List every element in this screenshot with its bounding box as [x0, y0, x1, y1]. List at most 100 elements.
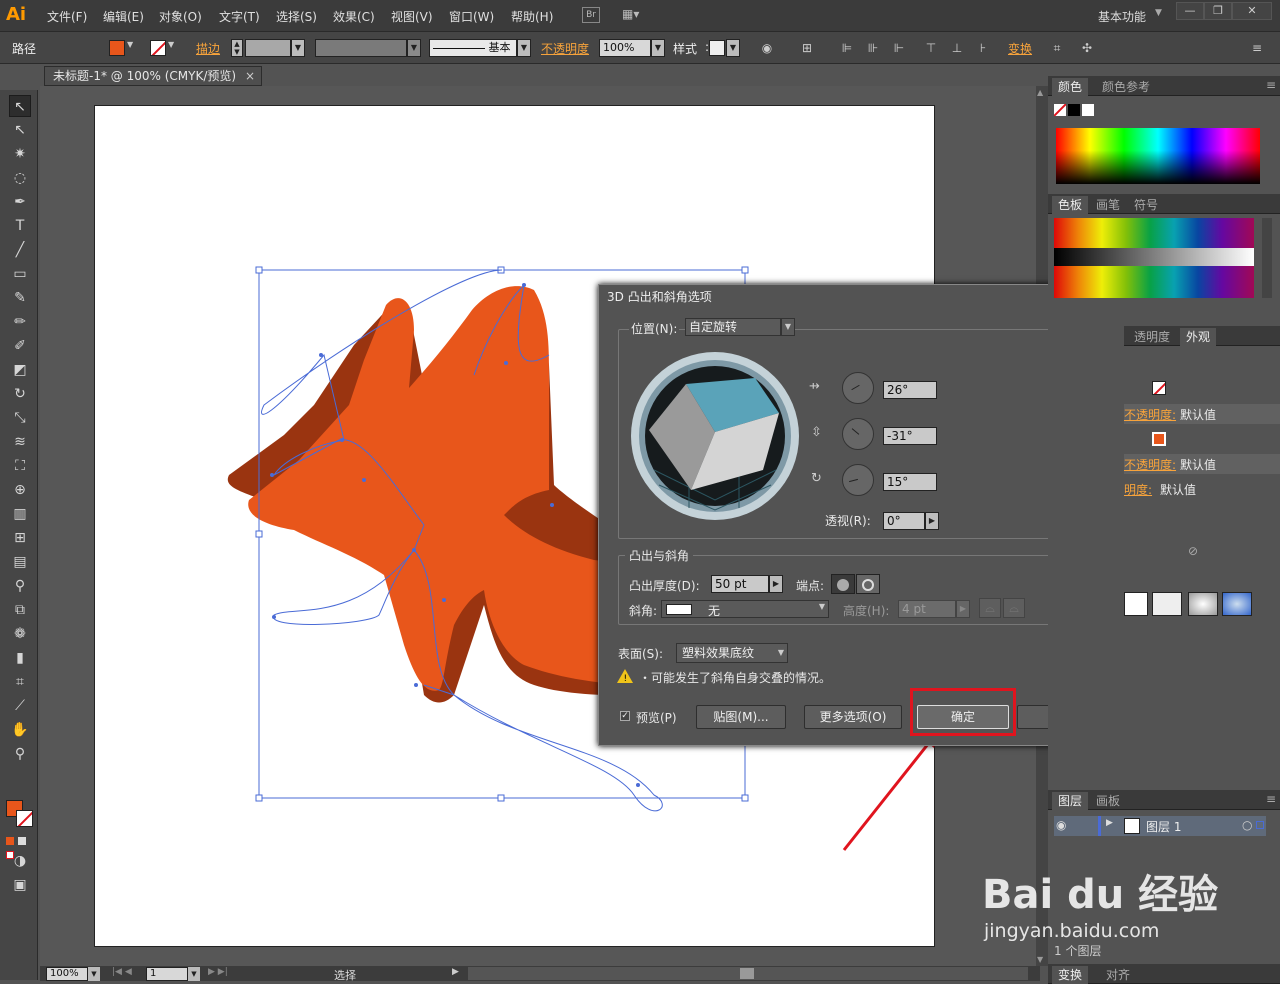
tab-swatches[interactable]: 色板: [1052, 196, 1089, 214]
menu-help[interactable]: 帮助(H): [511, 8, 553, 25]
opacity-link[interactable]: 不透明度:: [1124, 456, 1176, 473]
graphic-style-swatch[interactable]: [709, 40, 725, 56]
lasso-tool-icon[interactable]: ◌: [9, 167, 31, 189]
tab-transparency[interactable]: 透明度: [1128, 328, 1176, 346]
graphic-style-default[interactable]: [1124, 592, 1148, 616]
eye-icon[interactable]: ◉: [1056, 818, 1066, 832]
blob-brush-tool-icon[interactable]: ✐: [9, 335, 31, 357]
variable-width-dropdown[interactable]: [315, 39, 407, 57]
chevron-down-icon[interactable]: ▼: [407, 39, 421, 57]
black-swatch[interactable]: [1068, 104, 1080, 116]
clear-appearance-icon[interactable]: ⊘: [1188, 544, 1198, 558]
page-input[interactable]: 1: [146, 967, 188, 981]
align-center-icon[interactable]: ⊪: [866, 41, 880, 55]
color-spectrum[interactable]: [1056, 128, 1260, 184]
brush-dropdown[interactable]: 基本: [429, 39, 517, 57]
menu-edit[interactable]: 编辑(E): [103, 8, 144, 25]
chevron-down-icon[interactable]: ▼: [168, 40, 174, 49]
slice-tool-icon[interactable]: ⟋: [9, 695, 31, 717]
stroke-weight-input[interactable]: [245, 39, 291, 57]
recolor-icon[interactable]: ◉: [760, 41, 774, 55]
opacity-input[interactable]: 100%: [599, 39, 651, 57]
rotate-y-dial[interactable]: [842, 418, 874, 450]
bevel-dropdown[interactable]: 无 ▼: [661, 600, 829, 618]
chevron-right-icon[interactable]: ▶: [956, 600, 970, 618]
minimize-button[interactable]: —: [1176, 2, 1204, 20]
swatch-scrollbar[interactable]: [1262, 218, 1272, 298]
document-tab[interactable]: 未标题-1* @ 100% (CMYK/预览) ×: [44, 66, 262, 86]
align-middle-icon[interactable]: ⊥: [950, 41, 964, 55]
scroll-down-icon[interactable]: ▼: [1037, 955, 1043, 964]
rotate-z-input[interactable]: 15°: [883, 473, 937, 491]
direct-selection-tool-icon[interactable]: ↖: [9, 119, 31, 141]
cap-on-button[interactable]: [831, 574, 855, 594]
mesh-tool-icon[interactable]: ⊞: [9, 527, 31, 549]
zoom-input[interactable]: 100%: [46, 967, 88, 981]
tab-color[interactable]: 颜色: [1052, 78, 1089, 96]
close-tab-icon[interactable]: ×: [245, 67, 255, 85]
white-swatch[interactable]: [1082, 104, 1094, 116]
artboard-tool-icon[interactable]: ⌗: [9, 671, 31, 693]
first-page-icon[interactable]: |◀ ◀: [112, 967, 132, 977]
layer-row[interactable]: ◉ ▶ 图层 1 ○: [1054, 816, 1266, 836]
fill-swatch[interactable]: [109, 40, 125, 56]
drawing-mode-icon[interactable]: ◑: [9, 850, 31, 872]
screen-mode-icon[interactable]: ▣: [9, 874, 31, 896]
ok-button[interactable]: 确定: [917, 705, 1009, 729]
bridge-button[interactable]: Br: [582, 7, 600, 23]
bevel-extent-in-icon[interactable]: ⌓: [1003, 598, 1025, 618]
stroke-color-box[interactable]: [16, 810, 33, 827]
appearance-row[interactable]: 明度: 默认值: [1124, 479, 1280, 499]
menu-effect[interactable]: 效果(C): [333, 8, 375, 25]
cap-off-button[interactable]: [856, 574, 880, 594]
pencil-tool-icon[interactable]: ✏: [9, 311, 31, 333]
more-options-button[interactable]: 更多选项(O): [804, 705, 902, 729]
opacity-link[interactable]: 明度:: [1124, 481, 1152, 498]
opacity-label[interactable]: 不透明度: [541, 40, 589, 57]
tab-symbols[interactable]: 符号: [1128, 196, 1164, 214]
zoom-tool-icon[interactable]: ⚲: [9, 743, 31, 765]
tab-brushes[interactable]: 画笔: [1090, 196, 1126, 214]
target-icon[interactable]: ○: [1242, 818, 1252, 832]
paintbrush-tool-icon[interactable]: ✎: [9, 287, 31, 309]
gray-swatch-row[interactable]: [1054, 248, 1254, 266]
bevel-extent-out-icon[interactable]: ⌓: [979, 598, 1001, 618]
surface-dropdown[interactable]: 塑料效果底纹 ▼: [676, 643, 788, 663]
stroke-label[interactable]: 描边: [196, 40, 220, 57]
free-transform-tool-icon[interactable]: ⛶: [9, 455, 31, 477]
appearance-row[interactable]: 不透明度: 默认值: [1124, 454, 1280, 474]
rotate-x-input[interactable]: 26°: [883, 381, 937, 399]
magic-wand-tool-icon[interactable]: ✷: [9, 143, 31, 165]
arrange-documents-icon[interactable]: ▦▾: [622, 7, 648, 23]
chevron-right-icon[interactable]: ▶: [769, 575, 783, 593]
expand-arrow-icon[interactable]: ▶: [1106, 818, 1113, 828]
tab-artboards[interactable]: 画板: [1090, 792, 1126, 810]
scroll-thumb[interactable]: [740, 968, 754, 979]
chevron-down-icon[interactable]: ▼: [651, 39, 665, 57]
stroke-swatch[interactable]: [150, 40, 166, 56]
tab-align[interactable]: 对齐: [1100, 966, 1136, 984]
fill-orange-swatch[interactable]: [1152, 432, 1166, 446]
preview-checkbox[interactable]: ✓: [620, 711, 630, 721]
layer-name[interactable]: 图层 1: [1146, 818, 1181, 835]
perspective-grid-tool-icon[interactable]: ▥: [9, 503, 31, 525]
menu-select[interactable]: 选择(S): [276, 8, 317, 25]
tab-appearance[interactable]: 外观: [1180, 328, 1217, 346]
scale-tool-icon[interactable]: ⤡: [9, 407, 31, 429]
height-input[interactable]: 4 pt: [898, 600, 956, 618]
align-bottom-icon[interactable]: ⊦: [976, 41, 990, 55]
gradient-tool-icon[interactable]: ▤: [9, 551, 31, 573]
panel-menu-icon[interactable]: ≡: [1266, 792, 1276, 806]
align-top-icon[interactable]: ⊤: [924, 41, 938, 55]
pen-tool-icon[interactable]: ✒: [9, 191, 31, 213]
align-left-icon[interactable]: ⊫: [840, 41, 854, 55]
restore-button[interactable]: ❐: [1204, 2, 1232, 20]
depth-input[interactable]: 50 pt: [711, 575, 769, 593]
rotate-z-dial[interactable]: [842, 464, 874, 496]
envelope-icon[interactable]: ✣: [1080, 41, 1094, 55]
last-page-icon[interactable]: ▶ ▶|: [208, 967, 228, 977]
panel-menu-icon[interactable]: ≡: [1250, 41, 1264, 55]
rotate-y-input[interactable]: -31°: [883, 427, 937, 445]
tab-transform[interactable]: 变换: [1052, 966, 1089, 984]
align-right-icon[interactable]: ⊩: [892, 41, 906, 55]
